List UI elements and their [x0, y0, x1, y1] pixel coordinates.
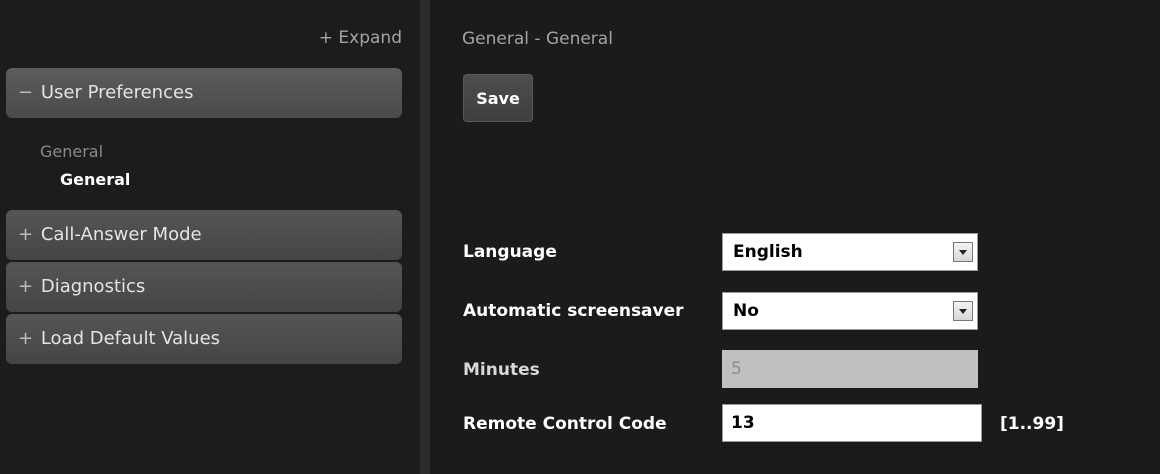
- section-label: Load Default Values: [40, 328, 221, 349]
- breadcrumb: General - General: [462, 29, 613, 49]
- main-panel: General - General Save Language English …: [430, 0, 1160, 474]
- section-label: Call-Answer Mode: [40, 224, 202, 245]
- panel-divider: [420, 0, 430, 474]
- section-label: Diagnostics: [40, 276, 146, 297]
- screensaver-label: Automatic screensaver: [463, 301, 684, 321]
- expand-icon: +: [18, 224, 34, 245]
- section-label: User Preferences: [40, 82, 194, 103]
- subgroup-general: General: [40, 142, 104, 161]
- language-select[interactable]: English: [722, 233, 978, 271]
- language-label: Language: [463, 242, 557, 262]
- section-diagnostics[interactable]: + Diagnostics: [6, 262, 402, 312]
- section-user-preferences[interactable]: − User Preferences: [6, 68, 402, 118]
- section-load-default-values[interactable]: + Load Default Values: [6, 314, 402, 364]
- expand-link[interactable]: + Expand: [319, 28, 402, 48]
- minutes-label: Minutes: [463, 360, 540, 380]
- remote-code-input[interactable]: [722, 404, 982, 442]
- screensaver-select[interactable]: No: [722, 292, 978, 330]
- app-window: + Expand − User Preferences General Gene…: [0, 0, 1160, 474]
- sidebar: + Expand − User Preferences General Gene…: [0, 0, 418, 474]
- section-call-answer-mode[interactable]: + Call-Answer Mode: [6, 210, 402, 260]
- save-button[interactable]: Save: [463, 74, 533, 122]
- expand-icon: +: [18, 276, 34, 297]
- collapse-icon: −: [18, 82, 34, 103]
- minutes-input[interactable]: [722, 350, 978, 388]
- dropdown-arrow-icon[interactable]: [953, 242, 973, 262]
- remote-code-label: Remote Control Code: [463, 414, 667, 434]
- language-value: English: [733, 242, 803, 262]
- subitem-general[interactable]: General: [60, 170, 130, 189]
- screensaver-value: No: [733, 301, 759, 321]
- expand-icon: +: [18, 328, 34, 349]
- remote-code-range: [1..99]: [1000, 414, 1064, 434]
- dropdown-arrow-icon[interactable]: [953, 301, 973, 321]
